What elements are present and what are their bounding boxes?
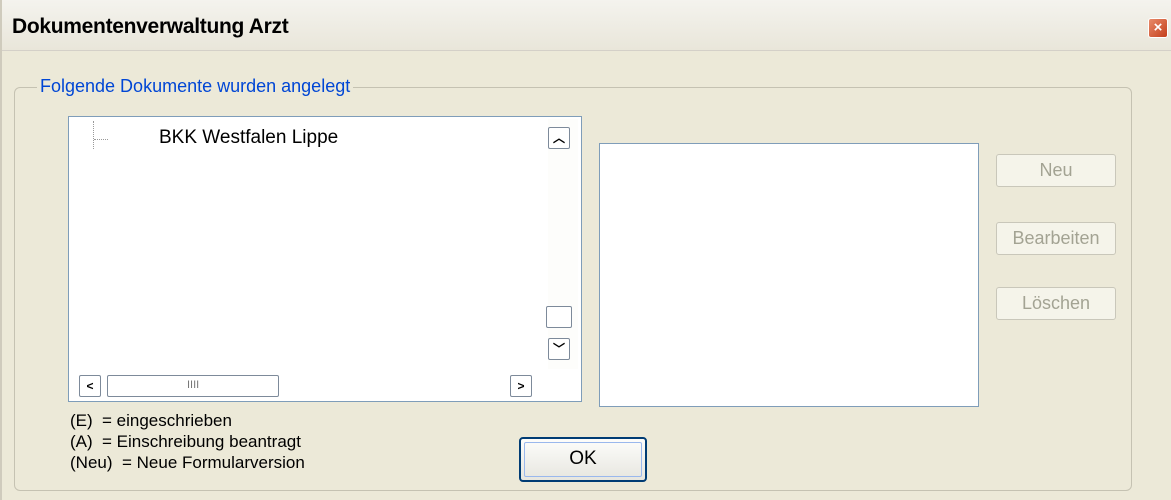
- edit-button[interactable]: Bearbeiten: [996, 222, 1116, 255]
- new-button[interactable]: Neu: [996, 154, 1116, 187]
- chevron-up-icon: ︿: [552, 131, 565, 145]
- document-tree[interactable]: BKK Westfalen Lippe ︿ ﹀ < IIII >: [68, 116, 582, 402]
- scroll-grip-icon: IIII: [187, 379, 200, 391]
- scroll-down-button[interactable]: ﹀: [548, 338, 570, 360]
- legend-key: (A): [70, 432, 93, 451]
- tree-item-bkk-westfalen-lippe[interactable]: BKK Westfalen Lippe: [159, 127, 338, 149]
- ok-button[interactable]: OK: [519, 437, 647, 482]
- legend-text: = Neue Formularversion: [122, 453, 305, 472]
- dialog-window: Dokumentenverwaltung Arzt × Folgende Dok…: [0, 0, 1171, 500]
- scroll-left-button[interactable]: <: [79, 375, 101, 397]
- vertical-scrollbar[interactable]: [548, 119, 578, 369]
- chevron-right-icon: >: [517, 379, 525, 393]
- document-list[interactable]: [599, 143, 979, 407]
- close-button[interactable]: ×: [1148, 18, 1168, 38]
- chevron-left-icon: <: [86, 379, 94, 393]
- legend-key: (Neu): [70, 453, 113, 472]
- delete-button[interactable]: Löschen: [996, 287, 1116, 320]
- groupbox-label: Folgende Dokumente wurden angelegt: [37, 76, 354, 97]
- legend-text: = eingeschrieben: [102, 411, 232, 430]
- tree-connector-lines: [93, 121, 110, 149]
- chevron-down-icon: ﹀: [552, 342, 565, 356]
- legend-text: = Einschreibung beantragt: [102, 432, 301, 451]
- horizontal-scroll-thumb[interactable]: IIII: [107, 375, 279, 397]
- close-icon: ×: [1153, 19, 1163, 36]
- scroll-up-button[interactable]: ︿: [548, 127, 570, 149]
- vertical-scroll-thumb[interactable]: [546, 306, 572, 328]
- title-bar[interactable]: Dokumentenverwaltung Arzt ×: [2, 0, 1171, 51]
- scroll-right-button[interactable]: >: [510, 375, 532, 397]
- window-title: Dokumentenverwaltung Arzt: [12, 15, 289, 38]
- legend-key: (E): [70, 411, 93, 430]
